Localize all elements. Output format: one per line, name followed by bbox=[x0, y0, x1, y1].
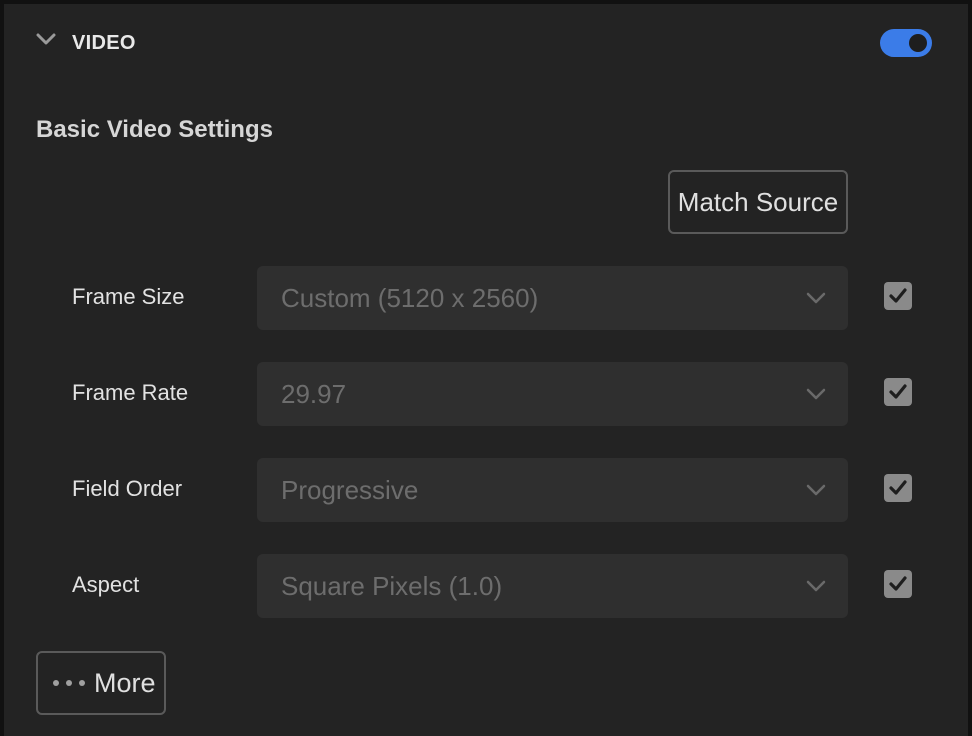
aspect-value: Square Pixels (1.0) bbox=[281, 571, 503, 601]
video-section-header[interactable]: VIDEO bbox=[4, 4, 968, 84]
field-order-value: Progressive bbox=[281, 475, 419, 505]
basic-video-settings-heading: Basic Video Settings bbox=[36, 116, 273, 143]
field-order-checkbox[interactable] bbox=[884, 474, 912, 502]
frame-size-value: Custom (5120 x 2560) bbox=[281, 283, 539, 313]
frame-size-select[interactable]: Custom (5120 x 2560) bbox=[257, 266, 848, 330]
frame-size-row: Frame Size Custom (5120 x 2560) bbox=[4, 266, 968, 330]
more-dots-icon bbox=[53, 680, 85, 686]
checkmark-icon bbox=[889, 576, 907, 591]
match-source-button[interactable]: Match Source bbox=[668, 170, 848, 234]
frame-rate-select[interactable]: 29.97 bbox=[257, 362, 848, 426]
checkmark-icon bbox=[889, 480, 907, 495]
chevron-down-icon[interactable] bbox=[36, 32, 56, 46]
chevron-down-icon bbox=[806, 580, 826, 592]
frame-rate-label: Frame Rate bbox=[72, 380, 189, 405]
frame-rate-row: Frame Rate 29.97 bbox=[4, 362, 968, 426]
aspect-label: Aspect bbox=[72, 572, 140, 597]
more-button[interactable]: More bbox=[36, 651, 166, 715]
chevron-down-icon bbox=[806, 292, 826, 304]
aspect-checkbox[interactable] bbox=[884, 570, 912, 598]
field-order-select[interactable]: Progressive bbox=[257, 458, 848, 522]
section-title: VIDEO bbox=[72, 32, 136, 54]
frame-rate-checkbox[interactable] bbox=[884, 378, 912, 406]
toggle-knob bbox=[909, 34, 927, 52]
chevron-down-icon bbox=[806, 388, 826, 400]
field-order-row: Field Order Progressive bbox=[4, 458, 968, 522]
aspect-select[interactable]: Square Pixels (1.0) bbox=[257, 554, 848, 618]
video-settings-panel: VIDEO Basic Video Settings Match Source … bbox=[4, 4, 968, 736]
video-enable-toggle[interactable] bbox=[880, 29, 932, 57]
frame-rate-value: 29.97 bbox=[281, 379, 347, 409]
frame-size-label: Frame Size bbox=[72, 284, 185, 309]
checkmark-icon bbox=[889, 288, 907, 303]
checkmark-icon bbox=[889, 384, 907, 399]
aspect-row: Aspect Square Pixels (1.0) bbox=[4, 554, 968, 618]
chevron-down-icon bbox=[806, 484, 826, 496]
frame-size-checkbox[interactable] bbox=[884, 282, 912, 310]
field-order-label: Field Order bbox=[72, 476, 183, 501]
more-label: More bbox=[94, 668, 156, 698]
